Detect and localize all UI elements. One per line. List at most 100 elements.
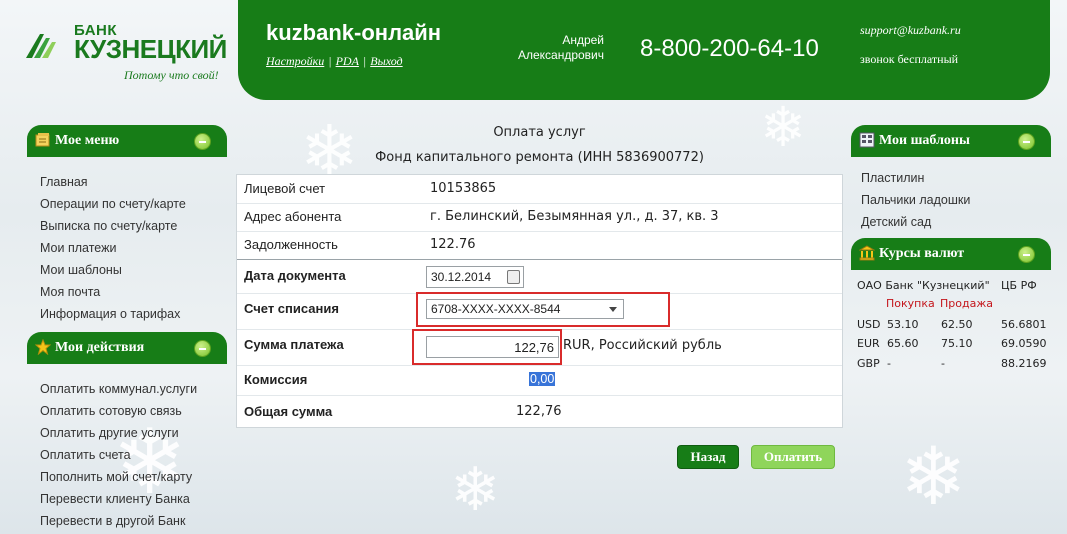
action-pay-bills[interactable]: Оплатить счета: [40, 444, 197, 466]
rate-currency: GBP: [857, 357, 880, 370]
logo-tagline: Потому что свой!: [124, 68, 219, 82]
pda-link[interactable]: PDA: [336, 54, 359, 68]
my-actions-header: Мои действия: [27, 332, 227, 364]
template-item[interactable]: Пальчики ладошки: [861, 189, 970, 211]
collapse-toggle-icon[interactable]: [1018, 246, 1035, 263]
my-actions-list: Оплатить коммунал.услуги Оплатить сотову…: [40, 378, 197, 532]
rates-buy-header: Покупка: [886, 297, 935, 310]
debt-label: Задолженность: [244, 237, 338, 252]
pay-button[interactable]: Оплатить: [751, 445, 835, 469]
sum-label: Сумма платежа: [244, 337, 344, 352]
bank-logo[interactable]: БАНК КУЗНЕЦКИЙ Потому что свой!: [26, 18, 231, 88]
row-divider: [237, 231, 842, 232]
settings-link[interactable]: Настройки: [266, 54, 324, 68]
action-pay-mobile[interactable]: Оплатить сотовую связь: [40, 400, 197, 422]
templates-header: Мои шаблоны: [851, 125, 1051, 157]
header-links: Настройки | PDA | Выход: [266, 54, 403, 68]
rate-sell: 75.10: [941, 337, 973, 350]
templates-title: Мои шаблоны: [879, 133, 970, 148]
calendar-icon[interactable]: [507, 270, 520, 284]
debit-account-label: Счет списания: [244, 301, 339, 316]
rate-sell: 62.50: [941, 318, 973, 331]
user-name: Андрей Александрович: [508, 33, 604, 63]
menu-folder-icon: [35, 133, 50, 147]
bank-building-icon: [859, 245, 875, 261]
row-divider: [237, 365, 842, 366]
template-item[interactable]: Детский сад: [861, 211, 970, 233]
total-label: Общая сумма: [244, 404, 333, 419]
my-menu-header: Мое меню: [27, 125, 227, 157]
rate-cb: 69.0590: [1001, 337, 1047, 350]
action-pay-utilities[interactable]: Оплатить коммунал.услуги: [40, 378, 197, 400]
rate-cb: 88.2169: [1001, 357, 1047, 370]
rates-title: Курсы валют: [879, 246, 965, 261]
sum-input[interactable]: 122,76: [426, 336, 559, 358]
doc-date-value: 30.12.2014: [431, 270, 492, 284]
form-title: Оплата услуг: [493, 125, 586, 140]
account-label: Лицевой счет: [244, 181, 326, 196]
debit-account-select[interactable]: 6708-XXXX-XXXX-8544: [426, 299, 624, 319]
fee-value: 0,00: [529, 372, 556, 386]
menu-item-home[interactable]: Главная: [40, 171, 186, 193]
section-divider: [237, 259, 842, 260]
doc-date-label: Дата документа: [244, 268, 346, 283]
account-value: 10153865: [430, 181, 497, 196]
user-first-name: Андрей: [562, 33, 604, 47]
menu-item-tariffs[interactable]: Информация о тарифах: [40, 303, 186, 325]
total-value: 122,76: [516, 404, 562, 419]
rate-currency: EUR: [857, 337, 880, 350]
snowflake-decoration: ❄: [450, 455, 501, 525]
free-call-note: звонок бесплатный: [860, 52, 959, 66]
rate-buy: 53.10: [887, 318, 919, 331]
collapse-toggle-icon[interactable]: [194, 340, 211, 357]
action-transfer-other-bank[interactable]: Перевести в другой Банк: [40, 510, 197, 532]
menu-item-operations[interactable]: Операции по счету/карте: [40, 193, 186, 215]
my-actions-title: Мои действия: [55, 340, 145, 355]
action-pay-other[interactable]: Оплатить другие услуги: [40, 422, 197, 444]
currency-label: RUR, Российский рубль: [563, 338, 722, 353]
rate-cb: 56.6801: [1001, 318, 1047, 331]
doc-date-input[interactable]: 30.12.2014: [426, 266, 524, 288]
header-bar: kuzbank-онлайн Настройки | PDA | Выход Андре…: [238, 0, 1050, 100]
snowflake-decoration: ❄: [900, 430, 968, 523]
payment-form: Лицевой счет 10153865 Адрес абонента г. …: [236, 174, 843, 428]
rate-currency: USD: [857, 318, 881, 331]
menu-item-statement[interactable]: Выписка по счету/карте: [40, 215, 186, 237]
star-icon: [35, 339, 51, 355]
my-menu-title: Мое меню: [55, 133, 120, 148]
menu-item-my-mail[interactable]: Моя почта: [40, 281, 186, 303]
menu-item-my-templates[interactable]: Мои шаблоны: [40, 259, 186, 281]
rates-sell-header: Продажа: [940, 297, 993, 310]
address-value: г. Белинский, Безымянная ул., д. 37, кв.…: [430, 209, 719, 224]
logout-link[interactable]: Выход: [370, 54, 402, 68]
rates-cb-header: ЦБ РФ: [1001, 279, 1037, 292]
collapse-toggle-icon[interactable]: [1018, 133, 1035, 150]
rate-sell: -: [941, 357, 945, 370]
debt-value: 122.76: [430, 237, 476, 252]
address-label: Адрес абонента: [244, 209, 342, 224]
debit-account-value: 6708-XXXX-XXXX-8544: [431, 302, 561, 316]
rate-buy: -: [887, 357, 891, 370]
app-title: kuzbank-онлайн: [266, 20, 442, 45]
template-item[interactable]: Пластилин: [861, 167, 970, 189]
collapse-toggle-icon[interactable]: [194, 133, 211, 150]
back-button[interactable]: Назад: [677, 445, 739, 469]
chevron-down-icon: [609, 307, 617, 312]
fee-label: Комиссия: [244, 372, 308, 387]
support-phone: 8-800-200-64-10: [640, 35, 819, 62]
bank-logo-icon: [26, 34, 56, 58]
action-topup[interactable]: Пополнить мой счет/карту: [40, 466, 197, 488]
row-divider: [237, 203, 842, 204]
rates-header: Курсы валют: [851, 238, 1051, 270]
my-menu-list: Главная Операции по счету/карте Выписка …: [40, 171, 186, 325]
user-patronymic: Александрович: [517, 48, 604, 62]
logo-text-big: КУЗНЕЦКИЙ: [74, 34, 227, 64]
rates-bank-header: ОАО Банк "Кузнецкий": [857, 279, 990, 292]
action-transfer-client[interactable]: Перевести клиенту Банка: [40, 488, 197, 510]
support-email[interactable]: support@kuzbank.ru: [860, 23, 961, 38]
menu-item-my-payments[interactable]: Мои платежи: [40, 237, 186, 259]
row-divider: [237, 395, 842, 396]
form-subtitle: Фонд капитального ремонта (ИНН 583690077…: [375, 150, 704, 165]
templates-list: Пластилин Пальчики ладошки Детский сад: [861, 167, 970, 233]
rate-buy: 65.60: [887, 337, 919, 350]
